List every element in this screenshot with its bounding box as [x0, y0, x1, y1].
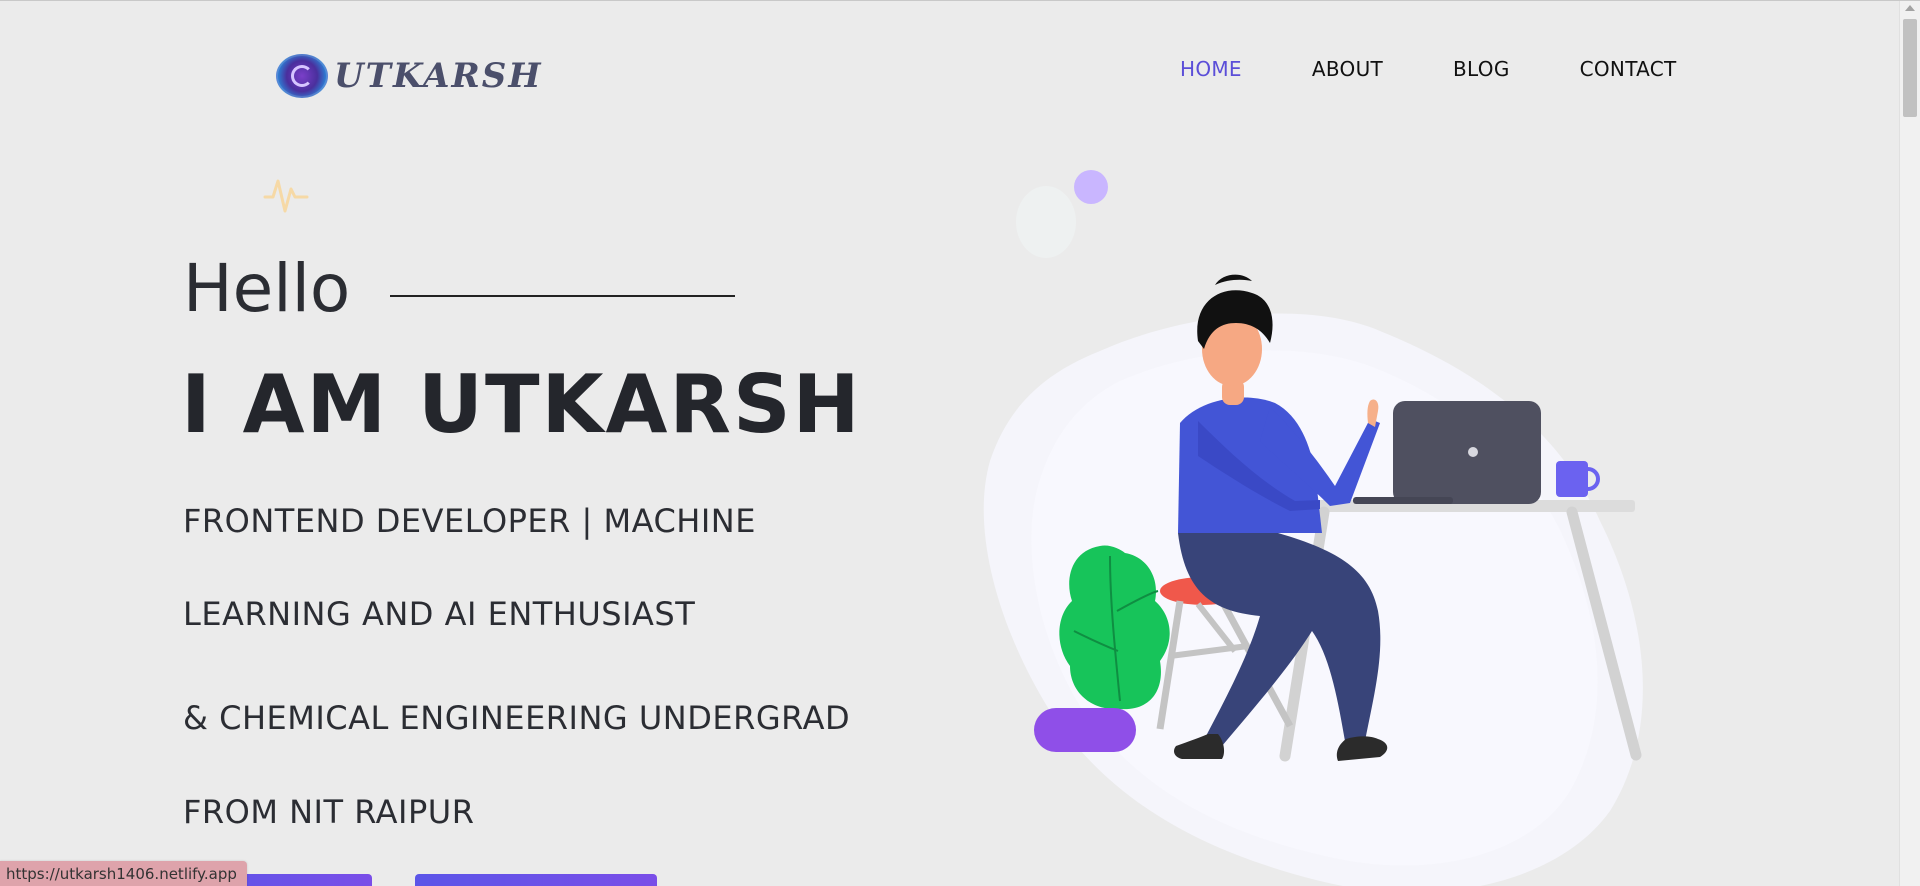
- hero-secondary-button[interactable]: [415, 874, 657, 886]
- nav-contact[interactable]: CONTACT: [1580, 57, 1677, 81]
- site-logo[interactable]: UTKARSH: [276, 51, 542, 101]
- tagline-line-3: & CHEMICAL ENGINEERING UNDERGRAD: [183, 699, 851, 737]
- nav-blog[interactable]: BLOG: [1453, 57, 1510, 81]
- scroll-up-arrow-icon[interactable]: [1905, 5, 1915, 11]
- decorative-blob: [1016, 186, 1076, 258]
- main-nav: HOME ABOUT BLOG CONTACT: [1180, 57, 1677, 81]
- status-bar-url: https://utkarsh1406.netlify.app: [0, 861, 247, 886]
- scrollbar-thumb[interactable]: [1903, 19, 1917, 117]
- tagline-line-4: FROM NIT RAIPUR: [183, 793, 475, 831]
- page: UTKARSH HOME ABOUT BLOG CONTACT Hello I …: [0, 0, 1920, 886]
- nav-about[interactable]: ABOUT: [1312, 57, 1383, 81]
- tagline-line-1: FRONTEND DEVELOPER | MACHINE: [183, 502, 756, 540]
- developer-illustration: [983, 274, 1643, 886]
- logo-swirl-icon: [276, 54, 328, 98]
- page-scrollbar[interactable]: [1899, 1, 1920, 886]
- decorative-dot: [1074, 170, 1108, 204]
- greeting-row: Hello: [183, 250, 736, 327]
- logo-text: UTKARSH: [334, 56, 543, 96]
- plant-pot: [1034, 708, 1136, 752]
- hero-headline: I AM UTKARSH: [181, 358, 862, 451]
- pulse-icon: [263, 179, 309, 213]
- greeting-divider: [390, 295, 736, 297]
- greeting-text: Hello: [183, 250, 351, 327]
- mug: [1556, 461, 1588, 497]
- tagline-line-2: LEARNING AND AI ENTHUSIAST: [183, 595, 696, 633]
- laptop: [1393, 401, 1541, 504]
- nav-home[interactable]: HOME: [1180, 57, 1242, 81]
